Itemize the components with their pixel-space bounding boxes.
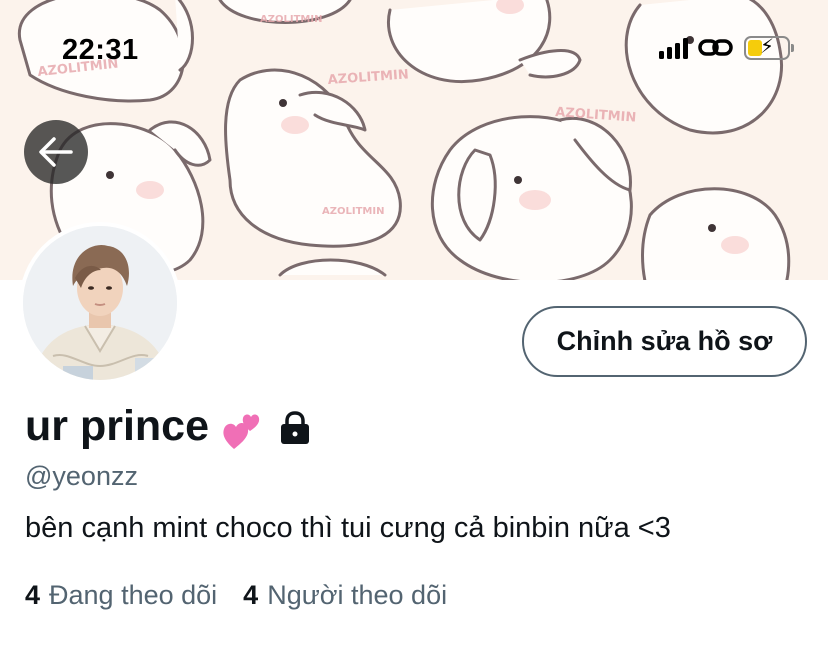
follow-stats: 4 Đang theo dõi 4 Người theo dõi — [25, 580, 447, 611]
arrow-left-icon — [39, 137, 73, 167]
profile-avatar[interactable] — [19, 222, 181, 384]
edit-profile-button[interactable]: Chỉnh sửa hồ sơ — [522, 306, 807, 377]
profile-bio: bên cạnh mint choco thì tui cưng cả binb… — [25, 512, 671, 544]
lock-icon — [281, 410, 309, 444]
svg-text:AZOLITMIN: AZOLITMIN — [322, 206, 384, 217]
followers-label: Người theo dõi — [267, 580, 448, 610]
display-name: ur prince — [25, 402, 209, 450]
link-icon — [698, 39, 733, 56]
followers-count: 4 — [243, 580, 259, 610]
cellular-signal-icon — [659, 37, 688, 59]
username-handle: @yeonzz — [25, 461, 138, 491]
two-hearts-icon — [223, 413, 260, 449]
display-name-row: ur prince — [25, 402, 311, 451]
following-link[interactable]: 4 Đang theo dõi — [25, 580, 217, 611]
status-bar: 22:31 ⚡ — [0, 0, 828, 100]
status-clock: 22:31 — [62, 34, 139, 66]
battery-charging-icon: ⚡ — [744, 36, 794, 60]
avatar-photo — [23, 226, 177, 380]
status-icons: ⚡ — [659, 36, 794, 60]
following-label: Đang theo dõi — [49, 580, 218, 610]
followers-link[interactable]: 4 Người theo dõi — [243, 580, 447, 611]
back-button[interactable] — [24, 120, 88, 184]
following-count: 4 — [25, 580, 41, 610]
